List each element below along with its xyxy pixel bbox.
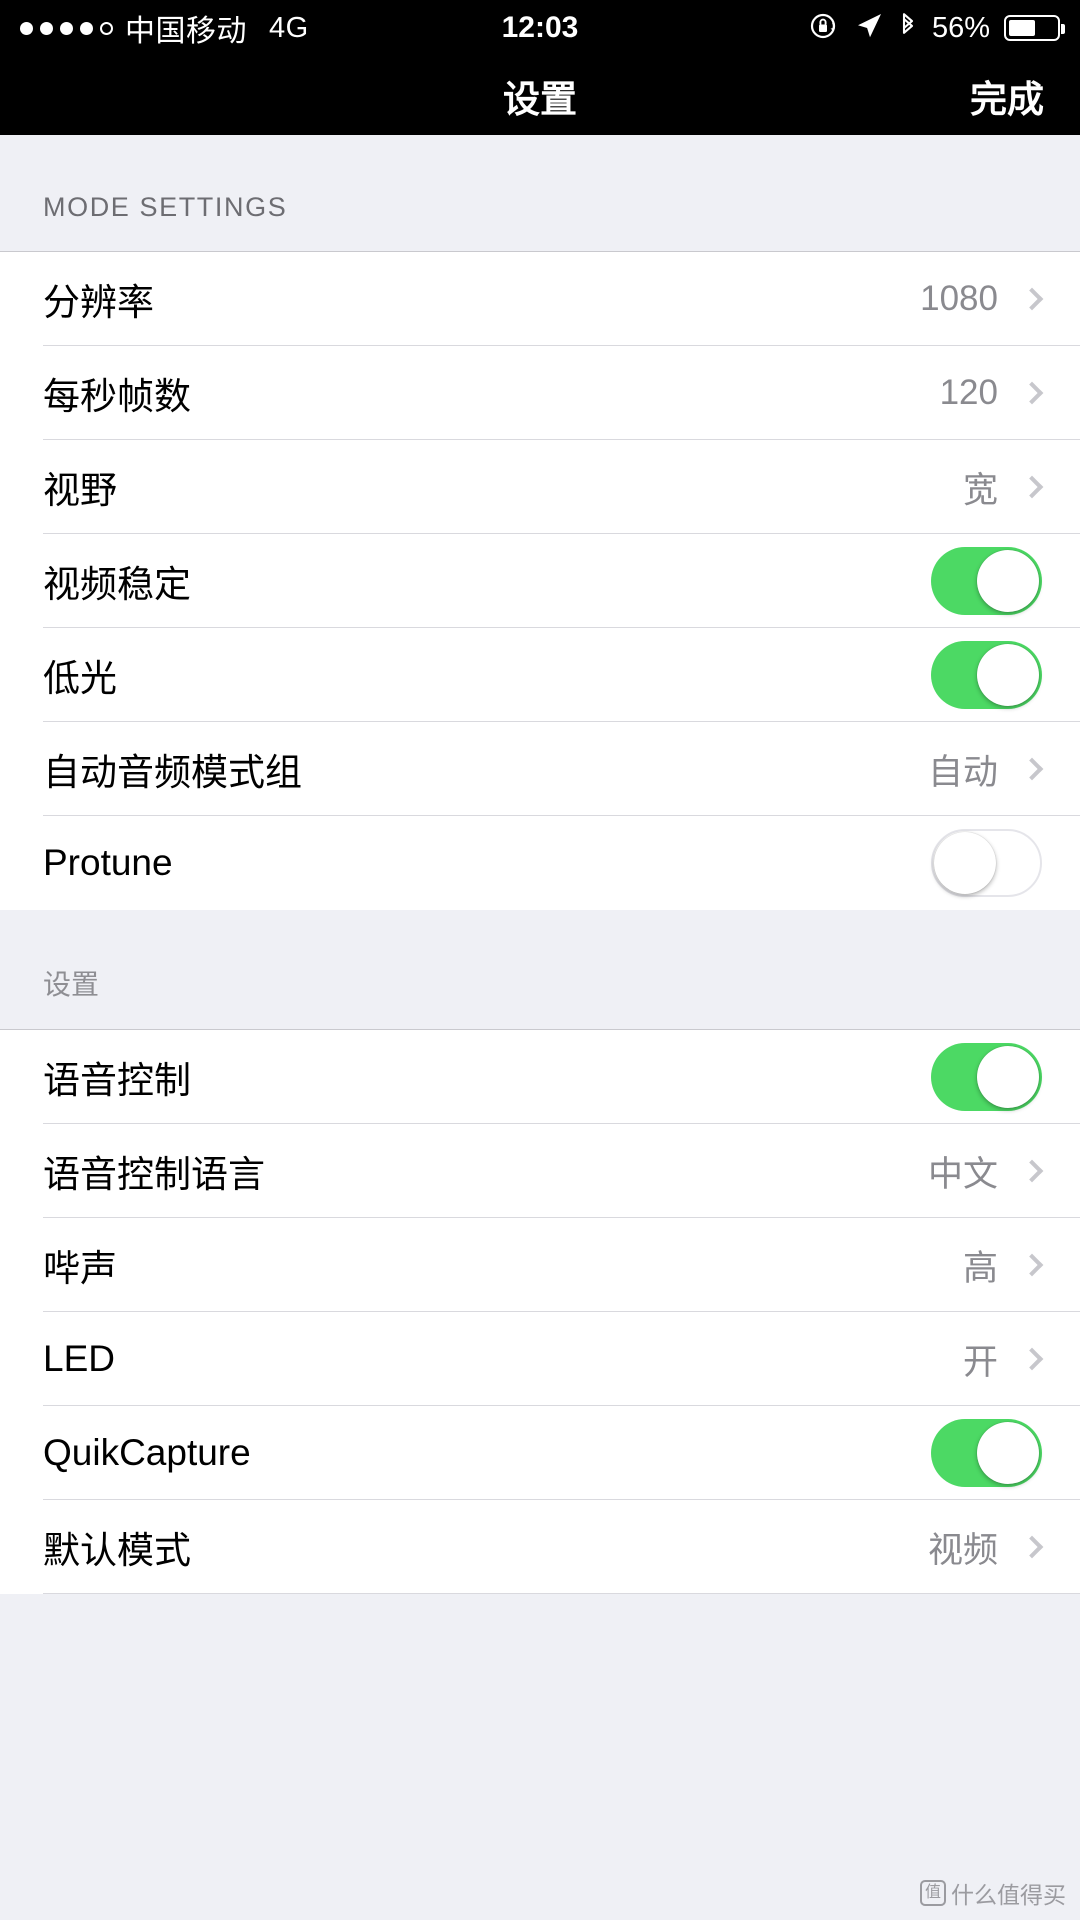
row-accessory: 中文 xyxy=(927,1146,1044,1197)
chevron-right-icon xyxy=(1020,475,1044,499)
rotation-lock-icon xyxy=(808,10,840,47)
battery-percentage-label: 56% xyxy=(931,11,990,44)
row-led[interactable]: LED 开 xyxy=(0,1312,1080,1406)
row-accessory: 视频 xyxy=(927,1522,1044,1573)
toggle-knob xyxy=(977,1046,1039,1108)
row-beep[interactable]: 哔声 高 xyxy=(0,1218,1080,1312)
row-field-of-view[interactable]: 视野 宽 xyxy=(0,440,1080,534)
row-label: QuikCapture xyxy=(43,1432,251,1473)
smzdm-logo-icon: 值 xyxy=(920,1880,946,1906)
toggle-knob xyxy=(977,550,1039,612)
navigation-bar: 设置 完成 xyxy=(0,56,1080,135)
row-label: 默认模式 xyxy=(43,1530,191,1571)
row-accessory xyxy=(931,641,1042,709)
row-accessory: 宽 xyxy=(962,462,1044,513)
row-quikcapture[interactable]: QuikCapture xyxy=(0,1406,1080,1500)
row-value: 1080 xyxy=(920,279,998,318)
row-low-light[interactable]: 低光 xyxy=(0,628,1080,722)
chevron-right-icon xyxy=(1020,381,1044,405)
watermark-label: 什么值得买 xyxy=(951,1882,1066,1908)
watermark: 值 什么值得买 xyxy=(920,1876,1066,1910)
chevron-right-icon xyxy=(1020,287,1044,311)
status-bar-left: 中国移动 4G xyxy=(20,6,309,50)
row-label: 分辨率 xyxy=(43,282,154,323)
signal-dot-empty xyxy=(100,21,113,35)
page-title: 设置 xyxy=(503,78,577,120)
signal-dot xyxy=(60,21,73,35)
row-label: 视野 xyxy=(43,470,117,511)
row-accessory: 开 xyxy=(962,1334,1044,1385)
status-bar-right: 56% xyxy=(808,10,1065,47)
row-default-mode[interactable]: 默认模式 视频 xyxy=(0,1500,1080,1594)
row-auto-audio-mode[interactable]: 自动音频模式组 自动 xyxy=(0,722,1080,816)
section-header-mode-settings: MODE SETTINGS xyxy=(0,135,1080,252)
chevron-right-icon xyxy=(1020,757,1044,781)
toggle-video-stabilization[interactable] xyxy=(931,547,1042,615)
row-label: 哔声 xyxy=(43,1248,117,1289)
section-header-label: 设置 xyxy=(43,969,100,1000)
row-label: 每秒帧数 xyxy=(43,376,191,417)
done-button[interactable]: 完成 xyxy=(970,69,1044,123)
carrier-label: 中国移动 xyxy=(125,15,247,48)
bluetooth-icon xyxy=(898,11,918,46)
signal-dot xyxy=(80,21,93,35)
chevron-right-icon xyxy=(1020,1347,1044,1371)
signal-strength-icon xyxy=(20,21,113,35)
row-accessory: 自动 xyxy=(927,744,1044,795)
row-voice-control[interactable]: 语音控制 xyxy=(0,1030,1080,1124)
battery-fill xyxy=(1009,20,1035,36)
row-label: 自动音频模式组 xyxy=(43,752,302,793)
row-accessory xyxy=(931,547,1042,615)
row-label: 语音控制语言 xyxy=(43,1154,265,1195)
row-accessory xyxy=(931,1419,1042,1487)
row-frames-per-second[interactable]: 每秒帧数 120 xyxy=(0,346,1080,440)
chevron-right-icon xyxy=(1020,1253,1044,1277)
row-label: 语音控制 xyxy=(43,1060,191,1101)
row-accessory: 高 xyxy=(962,1240,1044,1291)
row-value: 视频 xyxy=(927,1530,998,1570)
row-value: 开 xyxy=(962,1342,998,1382)
row-value: 高 xyxy=(962,1248,998,1288)
section-header-settings: 设置 xyxy=(0,910,1080,1030)
row-value: 自动 xyxy=(927,752,998,792)
toggle-low-light[interactable] xyxy=(931,641,1042,709)
row-label: 视频稳定 xyxy=(43,564,191,605)
battery-icon xyxy=(1004,15,1065,41)
settings-group-general: 语音控制 语音控制语言 中文 哔声 高 LED 开 QuikCapture 默认… xyxy=(0,1030,1080,1594)
row-voice-control-language[interactable]: 语音控制语言 中文 xyxy=(0,1124,1080,1218)
toggle-knob xyxy=(934,832,996,894)
toggle-knob xyxy=(977,644,1039,706)
row-accessory: 120 xyxy=(939,373,1044,413)
row-resolution[interactable]: 分辨率 1080 xyxy=(0,252,1080,346)
row-video-stabilization[interactable]: 视频稳定 xyxy=(0,534,1080,628)
row-value: 宽 xyxy=(962,470,998,510)
row-accessory xyxy=(931,829,1042,897)
chevron-right-icon xyxy=(1020,1159,1044,1183)
row-label: Protune xyxy=(43,842,173,883)
toggle-voice-control[interactable] xyxy=(931,1043,1042,1111)
row-accessory: 1080 xyxy=(920,279,1044,319)
location-arrow-icon xyxy=(854,11,884,46)
settings-group-mode: 分辨率 1080 每秒帧数 120 视野 宽 视频稳定 低光 自动音频模式组 自… xyxy=(0,252,1080,910)
signal-dot xyxy=(40,21,53,35)
row-accessory xyxy=(931,1043,1042,1111)
section-header-label: MODE SETTINGS xyxy=(43,192,288,222)
row-value: 中文 xyxy=(927,1154,998,1194)
toggle-protune[interactable] xyxy=(931,829,1042,897)
settings-list[interactable]: MODE SETTINGS 分辨率 1080 每秒帧数 120 视野 宽 视频稳… xyxy=(0,135,1080,1920)
row-label: 低光 xyxy=(43,658,117,699)
signal-dot xyxy=(20,21,33,35)
row-value: 120 xyxy=(939,373,998,412)
status-bar: 中国移动 4G 12:03 56% xyxy=(0,0,1080,56)
toggle-knob xyxy=(977,1422,1039,1484)
row-protune[interactable]: Protune xyxy=(0,816,1080,910)
toggle-quikcapture[interactable] xyxy=(931,1419,1042,1487)
chevron-right-icon xyxy=(1020,1535,1044,1559)
network-type-label: 4G xyxy=(269,11,309,44)
row-label: LED xyxy=(43,1338,115,1379)
